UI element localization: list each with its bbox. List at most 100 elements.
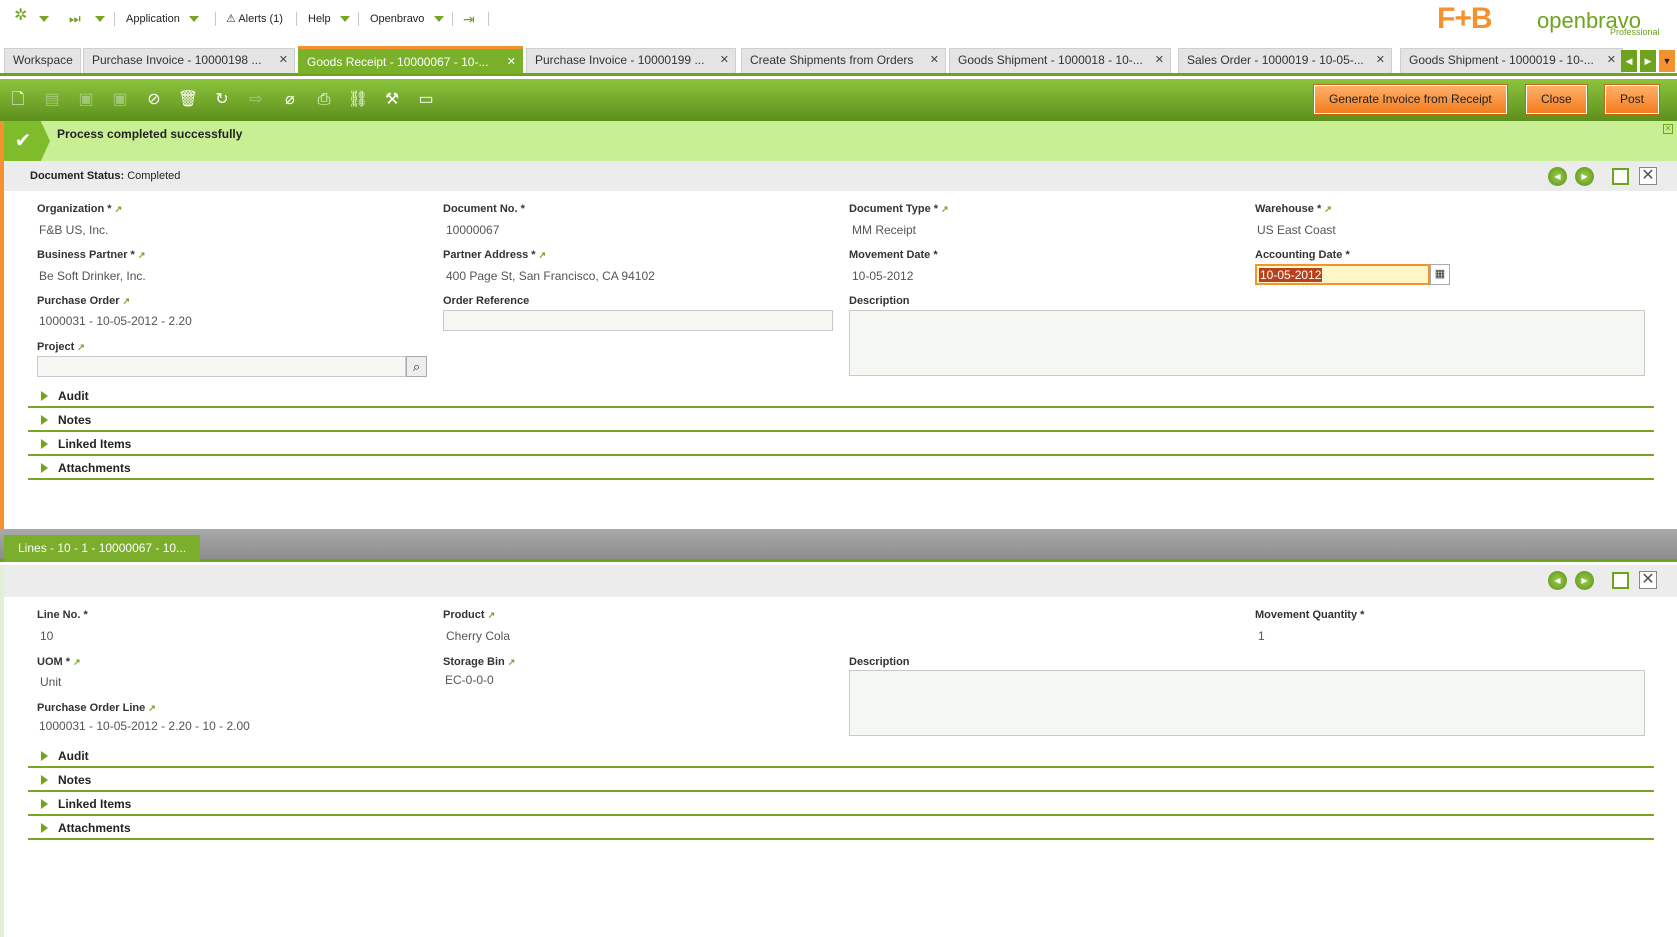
tab-purchase-invoice-10000198[interactable]: Purchase Invoice - 10000198 ... ✕ xyxy=(83,48,295,73)
tabs-scroll-left-icon[interactable]: ◀ xyxy=(1621,50,1637,72)
line-description-textarea[interactable] xyxy=(849,670,1645,736)
close-icon[interactable]: ✕ xyxy=(930,49,939,72)
quick-launch-icon[interactable]: ⏭ xyxy=(69,11,81,27)
generate-invoice-button[interactable]: Generate Invoice from Receipt xyxy=(1313,84,1508,115)
delete-icon[interactable]: 🗑 xyxy=(175,88,201,112)
attachment-icon[interactable]: ⌀ xyxy=(277,88,303,112)
save-close-icon[interactable]: ▣ xyxy=(107,88,133,112)
link-arrow-icon[interactable]: ↗ xyxy=(508,657,516,667)
chevron-down-icon xyxy=(339,16,350,23)
tab-label: Create Shipments from Orders xyxy=(750,53,914,67)
partner-address-label-text: Partner Address * xyxy=(443,249,536,261)
close-icon[interactable]: ✕ xyxy=(1155,49,1164,72)
success-message: ✔ Process completed successfully ✕ xyxy=(0,121,1677,161)
help-menu[interactable]: Help xyxy=(308,11,350,27)
close-icon[interactable]: ✕ xyxy=(279,49,288,72)
next-record-icon[interactable]: ▶ xyxy=(1575,571,1594,590)
new-row-icon[interactable]: ▤ xyxy=(39,88,65,112)
close-icon[interactable]: ✕ xyxy=(1607,49,1616,72)
link-arrow-icon[interactable]: ↗ xyxy=(115,204,123,214)
application-menu[interactable]: Application xyxy=(126,11,199,27)
link-arrow-icon[interactable]: ↗ xyxy=(1324,204,1332,214)
link-arrow-icon[interactable]: ↗ xyxy=(539,250,547,260)
refresh-icon[interactable]: ↻ xyxy=(209,88,235,112)
search-icon[interactable]: ⌕ xyxy=(406,356,427,377)
lines-section-audit[interactable]: Audit xyxy=(28,744,1654,768)
movement-quantity-value[interactable]: 1 xyxy=(1258,629,1265,643)
section-linked-items[interactable]: Linked Items xyxy=(28,432,1654,456)
line-no-value[interactable]: 10 xyxy=(40,629,53,643)
tab-workspace[interactable]: Workspace xyxy=(4,48,81,73)
quick-create-icon[interactable]: ✲ xyxy=(14,8,27,24)
link-arrow-icon[interactable]: ↗ xyxy=(148,703,156,713)
link-icon[interactable]: ⛓ xyxy=(345,88,371,112)
organization-value[interactable]: F&B US, Inc. xyxy=(39,223,108,237)
product-value[interactable]: Cherry Cola xyxy=(446,629,510,643)
section-notes[interactable]: Notes xyxy=(28,408,1654,432)
storage-bin-value[interactable]: EC-0-0-0 xyxy=(445,673,494,687)
purchase-order-line-value[interactable]: 1000031 - 10-05-2012 - 2.20 - 10 - 2.00 xyxy=(39,719,250,733)
maximize-icon[interactable] xyxy=(1612,572,1629,589)
quick-create-dropdown-icon[interactable] xyxy=(39,11,49,27)
new-document-icon[interactable]: 🗋 xyxy=(5,88,31,112)
close-document-button[interactable]: Close xyxy=(1525,84,1588,115)
project-input[interactable] xyxy=(37,356,406,377)
document-no-value[interactable]: 10000067 xyxy=(446,223,499,237)
tab-goods-shipment-1000018[interactable]: Goods Shipment - 1000018 - 10-... ✕ xyxy=(949,48,1171,73)
maximize-icon[interactable] xyxy=(1612,168,1629,185)
partner-address-value[interactable]: 400 Page St, San Francisco, CA 94102 xyxy=(446,269,655,283)
business-partner-value[interactable]: Be Soft Drinker, Inc. xyxy=(39,269,146,283)
tab-purchase-invoice-10000199[interactable]: Purchase Invoice - 10000199 ... ✕ xyxy=(526,48,736,73)
link-arrow-icon[interactable]: ↗ xyxy=(488,610,496,620)
close-icon[interactable]: ✕ xyxy=(720,49,729,72)
close-form-icon[interactable]: ✕ xyxy=(1639,571,1657,589)
tab-create-shipments[interactable]: Create Shipments from Orders ✕ xyxy=(741,48,946,73)
tabs-scroll-right-icon[interactable]: ▶ xyxy=(1640,50,1656,72)
tab-goods-shipment-1000019[interactable]: Goods Shipment - 1000019 - 10-... ✕ xyxy=(1400,48,1623,73)
print-icon[interactable]: ⎙ xyxy=(311,88,337,112)
tab-lines[interactable]: Lines - 10 - 1 - 10000067 - 10... xyxy=(4,535,201,562)
calendar-icon[interactable]: ▦ xyxy=(1430,264,1450,285)
separator xyxy=(215,12,216,26)
grid-view-icon[interactable]: ▭ xyxy=(413,88,439,112)
previous-record-icon[interactable]: ◀ xyxy=(1548,571,1567,590)
close-form-icon[interactable]: ✕ xyxy=(1639,167,1657,185)
tab-goods-receipt-10000067[interactable]: Goods Receipt - 10000067 - 10-... ✕ xyxy=(298,46,523,74)
accounting-date-label: Accounting Date * xyxy=(1255,249,1350,261)
audit-trail-icon[interactable]: ⚒ xyxy=(379,88,405,112)
link-arrow-icon[interactable]: ↗ xyxy=(123,296,131,306)
expand-icon xyxy=(41,391,48,401)
tab-sales-order-1000019[interactable]: Sales Order - 1000019 - 10-05-... ✕ xyxy=(1178,48,1392,73)
post-button[interactable]: Post xyxy=(1603,84,1661,115)
save-icon[interactable]: ▣ xyxy=(73,88,99,112)
warehouse-value[interactable]: US East Coast xyxy=(1257,223,1336,237)
lines-section-linked-items[interactable]: Linked Items xyxy=(28,792,1654,816)
user-menu[interactable]: Openbravo xyxy=(370,11,444,27)
accounting-date-input[interactable]: 10-05-2012 xyxy=(1255,264,1430,285)
close-icon[interactable]: ✕ xyxy=(1663,124,1673,134)
link-arrow-icon[interactable]: ↗ xyxy=(77,342,85,352)
link-arrow-icon[interactable]: ↗ xyxy=(138,250,146,260)
link-arrow-icon[interactable]: ↗ xyxy=(941,204,949,214)
quick-launch-dropdown-icon[interactable] xyxy=(95,11,105,27)
lines-section-notes[interactable]: Notes xyxy=(28,768,1654,792)
uom-value[interactable]: Unit xyxy=(40,675,61,689)
tabs-menu-icon[interactable]: ▼ xyxy=(1659,50,1675,72)
export-icon[interactable]: ⇨ xyxy=(243,88,269,112)
close-icon[interactable]: ✕ xyxy=(507,49,516,74)
document-type-value[interactable]: MM Receipt xyxy=(852,223,916,237)
movement-date-value[interactable]: 10-05-2012 xyxy=(852,269,913,283)
close-icon[interactable]: ✕ xyxy=(1376,49,1385,72)
order-reference-input[interactable] xyxy=(443,310,833,331)
section-attachments[interactable]: Attachments xyxy=(28,456,1654,480)
undo-icon[interactable]: ⊘ xyxy=(141,88,167,112)
purchase-order-value[interactable]: 1000031 - 10-05-2012 - 2.20 xyxy=(39,314,192,328)
alerts-link[interactable]: ⚠ Alerts (1) xyxy=(226,11,283,27)
logout-icon[interactable]: ⇥ xyxy=(463,11,475,27)
previous-record-icon[interactable]: ◀ xyxy=(1548,167,1567,186)
description-textarea[interactable] xyxy=(849,310,1645,376)
section-audit[interactable]: Audit xyxy=(28,384,1654,408)
next-record-icon[interactable]: ▶ xyxy=(1575,167,1594,186)
link-arrow-icon[interactable]: ↗ xyxy=(73,657,81,667)
lines-section-attachments[interactable]: Attachments xyxy=(28,816,1654,840)
